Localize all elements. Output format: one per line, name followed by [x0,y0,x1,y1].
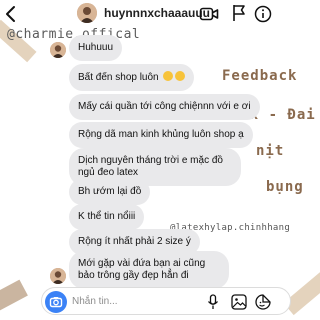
message-composer[interactable]: Nhắn tin... [41,287,291,315]
message-text: Mới gặp vài đứa bạn ai cũng bảo trông gầ… [78,258,206,281]
message-bubble[interactable]: K thể tin nổiii [69,204,145,230]
message-bubble[interactable]: Mấy cái quần tới công chiệnnn với e ơi [69,94,260,120]
message-text: Bh ướm lại đồ [78,186,142,197]
message-text: Dịch nguyên tháng trời e mặc đồ ngủ đeo … [78,155,223,178]
message-text: Huhuuu [78,42,114,53]
message-bubble[interactable]: Mới gặp vài đứa bạn ai cũng bảo trông gầ… [69,251,229,289]
flag-icon[interactable] [232,4,246,22]
sticker-icon[interactable] [255,294,271,310]
sender-avatar[interactable] [50,268,66,284]
message-input[interactable]: Nhắn tin... [72,296,118,307]
camera-button[interactable] [45,291,67,313]
laughing-emoji-icon [175,71,186,81]
message-bubble[interactable]: Huhuuu [69,35,123,61]
microphone-icon[interactable] [207,294,219,310]
header-avatar[interactable] [77,3,97,23]
sender-avatar[interactable] [50,42,66,58]
message-bubble[interactable]: Rộng dã man kinh khủng luôn shop ạ [69,122,253,148]
chat-header: huynnnxchaaauuu [0,0,320,28]
message-bubble[interactable]: Bất đến shop luôn [69,64,195,91]
message-text: Mấy cái quần tới công chiệnnn với e ơi [78,101,251,112]
tape-decoration [0,279,28,315]
message-bubble[interactable]: Bh ướm lại đồ [69,179,151,205]
message-text: Bất đến shop luôn [78,72,159,83]
laughing-emoji-icon [163,71,174,81]
info-icon[interactable] [254,5,272,23]
watermark-feedback: Feedback [222,68,298,84]
watermark-bung: bụng [266,179,304,195]
video-call-icon[interactable] [199,6,219,22]
header-username[interactable]: huynnnxchaaauuu [104,6,210,20]
message-text: K thể tin nổiii [78,211,136,222]
message-text: Rộng dã man kinh khủng luôn shop ạ [78,129,244,140]
camera-icon [49,297,63,308]
message-text: Rộng ít nhất phải 2 size ý [78,236,191,247]
watermark-nit: nịt [256,143,285,159]
gallery-icon[interactable] [231,294,247,310]
back-chevron-icon[interactable] [4,5,18,23]
